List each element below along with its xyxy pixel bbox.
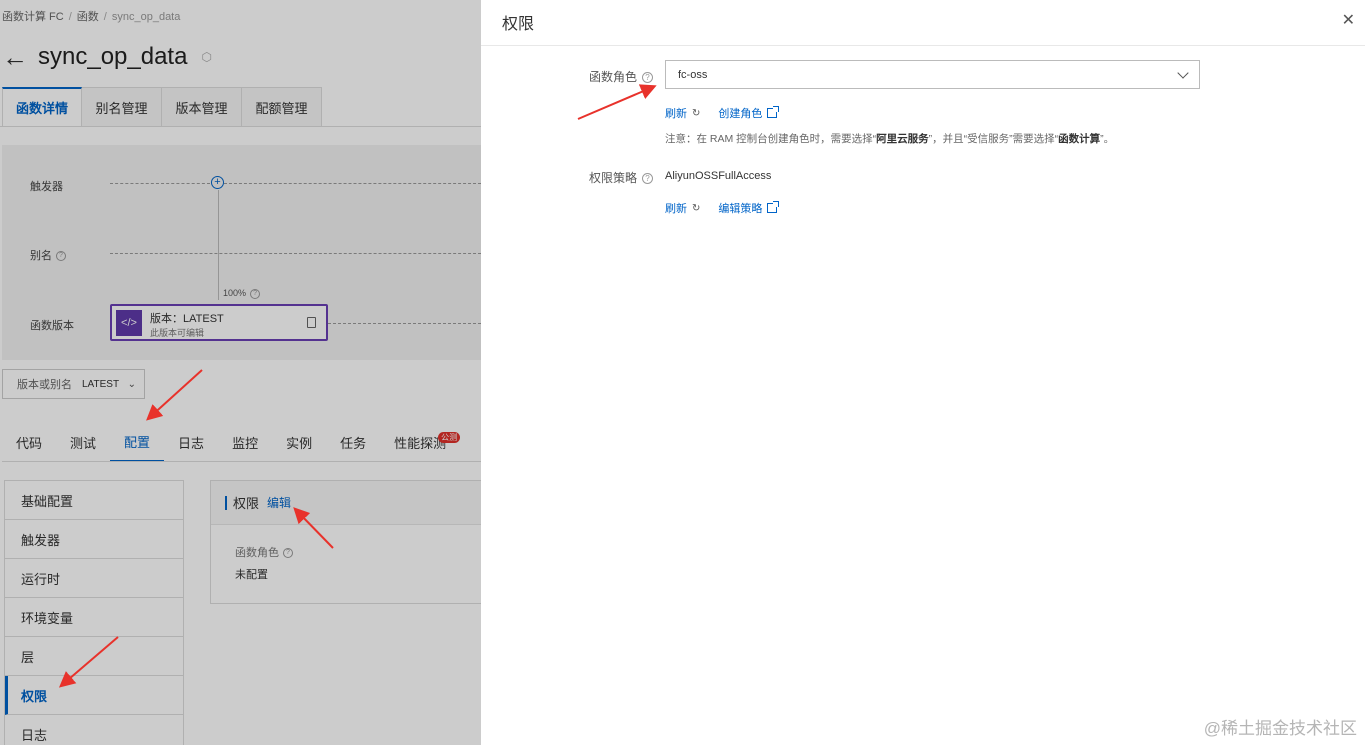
tab-config[interactable]: 配置 [110, 422, 165, 462]
tab-logs[interactable]: 日志 [164, 422, 218, 462]
help-icon[interactable]: ? [642, 173, 654, 185]
tab-monitoring[interactable]: 监控 [218, 422, 272, 462]
external-link-icon [767, 106, 780, 118]
side-item-permissions[interactable]: 权限 [5, 676, 183, 715]
breadcrumb-item-functions[interactable]: 函数 [77, 11, 99, 23]
version-card-subtitle: 此版本可编辑 [150, 328, 205, 338]
edit-policy-link[interactable]: 编辑策略 [718, 200, 780, 216]
refresh-policy-link[interactable]: 刷新 ↻ [665, 200, 700, 216]
policy-label: 权限策略? [589, 169, 654, 186]
help-icon: ? [283, 548, 293, 559]
chevron-down-icon: ⌄ [127, 378, 136, 390]
tab-alias-management[interactable]: 别名管理 [82, 87, 162, 127]
role-field-value: 未配置 [235, 569, 268, 581]
refresh-icon: ↻ [692, 107, 701, 119]
help-icon[interactable]: ? [642, 72, 654, 84]
role-field-label: 函数角色? [235, 544, 293, 560]
side-item-basic-config[interactable]: 基础配置 [5, 481, 183, 520]
side-item-env-vars[interactable]: 环境变量 [5, 598, 183, 637]
close-icon[interactable]: ✕ [1342, 10, 1355, 30]
function-role-select[interactable]: fc-oss [665, 60, 1200, 89]
page-title: sync_op_data [38, 43, 188, 70]
drawer-title: 权限 [502, 16, 535, 33]
breadcrumb-item-fc[interactable]: 函数计算 FC [2, 11, 64, 23]
top-tabs: 函数详情 别名管理 版本管理 配额管理 [2, 87, 322, 127]
refresh-role-link[interactable]: 刷新 ↻ [665, 105, 700, 121]
breadcrumb-current: sync_op_data [111, 11, 181, 23]
version-card-title: 版本：LATEST [150, 313, 224, 325]
edit-permission-link[interactable]: 编辑 [267, 494, 291, 511]
breadcrumb: 函数计算 FC / 函数 / sync_op_data [2, 11, 181, 23]
permission-drawer: 权限 ✕ 函数角色? fc-oss 刷新 ↻ 创建角色 注意：在 RAM 控制台创… [481, 0, 1365, 745]
chevron-down-icon [1177, 66, 1189, 79]
tab-code[interactable]: 代码 [2, 422, 56, 462]
tab-performance-probe[interactable]: 性能探测 公测 [380, 422, 461, 462]
help-icon: ? [250, 288, 261, 299]
tab-quota-management[interactable]: 配额管理 [242, 87, 322, 127]
policy-value: AliyunOSSFullAccess [665, 170, 772, 182]
watermark: @稀土掘金技术社区 [1203, 719, 1357, 738]
tab-test[interactable]: 测试 [56, 422, 110, 462]
permission-card: 权限 编辑 函数角色? 未配置 [210, 480, 481, 604]
help-icon: ? [56, 251, 66, 262]
tab-instances[interactable]: 实例 [272, 422, 326, 462]
version-select-label: 版本或别名 [17, 379, 72, 391]
create-role-link[interactable]: 创建角色 [718, 105, 780, 121]
trigger-row-label: 触发器 [30, 181, 63, 193]
tab-version-management[interactable]: 版本管理 [162, 87, 242, 127]
permission-card-title: 权限 [233, 496, 260, 511]
tab-function-detail[interactable]: 函数详情 [2, 87, 82, 127]
code-icon: </> [116, 310, 142, 336]
version-card-latest[interactable]: </> 版本：LATEST 此版本可编辑 [110, 304, 328, 341]
version-alias-select[interactable]: 版本或别名 LATEST ⌄ [2, 369, 145, 399]
version-diagram: 触发器 + 别名? 100%? 函数版本 </> 版本：LATEST 此版本可编… [2, 145, 481, 360]
file-icon[interactable] [307, 317, 316, 328]
function-sub-tabs: 代码 测试 配置 日志 监控 实例 任务 性能探测 公测 [2, 422, 461, 462]
back-arrow-icon[interactable]: ← [2, 44, 28, 70]
version-row-label: 函数版本 [30, 320, 74, 332]
side-item-layers[interactable]: 层 [5, 637, 183, 676]
side-item-logs[interactable]: 日志 [5, 715, 183, 745]
config-side-menu: 基础配置 触发器 运行时 环境变量 层 权限 日志 [4, 480, 184, 745]
tag-icon[interactable]: ⬡ [201, 50, 211, 64]
side-item-triggers[interactable]: 触发器 [5, 520, 183, 559]
version-select-value: LATEST [82, 378, 120, 390]
external-link-icon [767, 201, 780, 213]
role-select-value: fc-oss [678, 68, 708, 81]
traffic-percent: 100%? [223, 288, 261, 299]
function-detail-page: 函数计算 FC / 函数 / sync_op_data ← sync_op_data ⬡… [0, 0, 481, 745]
tab-tasks[interactable]: 任务 [326, 422, 380, 462]
role-note: 注意：在 RAM 控制台创建角色时，需要选择“阿里云服务”，并且“受信服务”需要… [665, 133, 1115, 145]
refresh-icon: ↻ [692, 202, 701, 214]
add-trigger-icon[interactable]: + [211, 176, 224, 189]
function-role-label: 函数角色? [589, 68, 654, 85]
side-item-runtime[interactable]: 运行时 [5, 559, 183, 598]
alias-row-label: 别名? [30, 247, 66, 263]
beta-badge: 公测 [438, 432, 461, 443]
